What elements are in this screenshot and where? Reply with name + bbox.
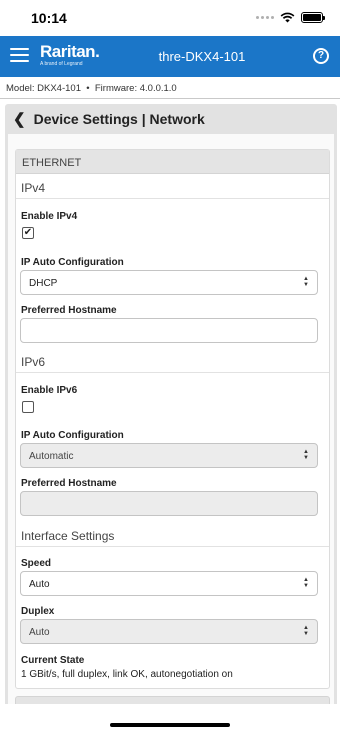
up-down-arrows-icon: ▲ ▼ xyxy=(303,577,309,589)
duplex-label: Duplex xyxy=(21,606,55,617)
speed-select[interactable]: Auto ▲ ▼ xyxy=(20,571,318,596)
settings-panel: ❮ Device Settings | Network ETHERNET IPv… xyxy=(5,104,337,736)
page-title: Device Settings | Network xyxy=(33,111,205,127)
ipv4-hostname-label: Preferred Hostname xyxy=(21,305,117,316)
select-value: Auto xyxy=(29,627,50,638)
ipv6-heading: IPv6 xyxy=(21,355,46,369)
device-name: thre-DKX4-101 xyxy=(158,49,246,64)
home-indicator[interactable] xyxy=(110,723,230,727)
select-value: Automatic xyxy=(29,451,74,462)
ipv4-auto-config-label: IP Auto Configuration xyxy=(21,257,124,268)
status-icons xyxy=(256,12,325,23)
enable-ipv6-checkbox[interactable] xyxy=(22,401,34,413)
status-bar: 10:14 xyxy=(0,0,340,36)
ethernet-header: ETHERNET xyxy=(16,150,329,174)
ipv6-hostname-label: Preferred Hostname xyxy=(21,478,117,489)
wifi-icon xyxy=(280,12,295,23)
ipv6-auto-config-select[interactable]: Automatic ▲ ▼ xyxy=(20,443,318,468)
speed-label: Speed xyxy=(21,558,52,569)
app-header: Raritan. A brand of Legrand thre-DKX4-10… xyxy=(0,36,340,77)
divider xyxy=(16,546,329,547)
current-state-value: 1 GBit/s, full duplex, link OK, autonego… xyxy=(21,669,233,680)
battery-icon xyxy=(301,12,325,23)
ipv6-hostname-input[interactable] xyxy=(20,491,318,516)
select-value: Auto xyxy=(29,579,50,590)
device-info-bar: Model: DKX4-101 • Firmware: 4.0.0.1.0 xyxy=(0,77,340,99)
panel-header: ❮ Device Settings | Network xyxy=(5,104,337,134)
ipv4-heading: IPv4 xyxy=(21,181,46,195)
up-down-arrows-icon: ▲ ▼ xyxy=(303,625,309,637)
select-value: DHCP xyxy=(29,278,58,289)
checkmark-icon: ✔ xyxy=(23,227,33,238)
up-down-arrows-icon: ▲ ▼ xyxy=(303,276,309,288)
duplex-select[interactable]: Auto ▲ ▼ xyxy=(20,619,318,644)
interface-settings-heading: Interface Settings xyxy=(21,529,115,543)
divider xyxy=(16,198,329,199)
chevron-left-icon[interactable]: ❮ xyxy=(13,110,26,128)
help-circle-icon[interactable]: ? xyxy=(313,48,329,64)
ethernet-card: ETHERNET IPv4 Enable IPv4 ✔ IP Auto Conf… xyxy=(15,149,330,689)
status-time: 10:14 xyxy=(31,10,67,26)
enable-ipv6-label: Enable IPv6 xyxy=(21,385,78,396)
home-area xyxy=(0,704,340,736)
ipv6-auto-config-label: IP Auto Configuration xyxy=(21,430,124,441)
enable-ipv4-checkbox[interactable]: ✔ xyxy=(22,227,34,239)
model-text: Model: DKX4-101 xyxy=(6,83,81,94)
enable-ipv4-label: Enable IPv4 xyxy=(21,211,78,222)
divider xyxy=(16,372,329,373)
ipv4-auto-config-select[interactable]: DHCP ▲ ▼ xyxy=(20,270,318,295)
signal-icon xyxy=(256,16,274,19)
up-down-arrows-icon: ▲ ▼ xyxy=(303,449,309,461)
ipv4-hostname-input[interactable] xyxy=(20,318,318,343)
info-separator: • xyxy=(86,83,90,94)
current-state-label: Current State xyxy=(21,655,85,666)
firmware-text: Firmware: 4.0.0.1.0 xyxy=(94,83,177,94)
